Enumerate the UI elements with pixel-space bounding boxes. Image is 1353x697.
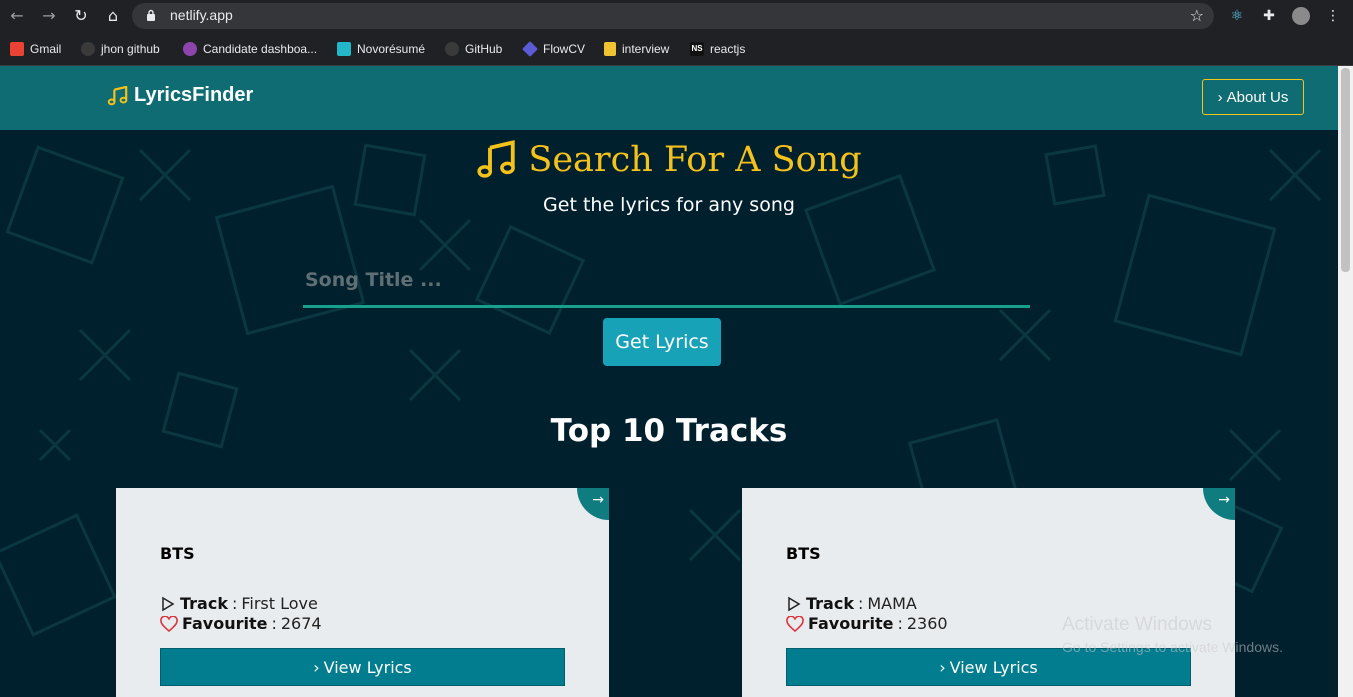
profile-avatar[interactable]: [1290, 5, 1312, 27]
bookmark-label: reactjs: [710, 42, 746, 56]
view-lyrics-label: View Lyrics: [323, 657, 412, 677]
windows-activation-watermark: Activate Windows Go to Settings to activ…: [1062, 614, 1283, 655]
track-name: First Love: [241, 594, 318, 613]
track-label: Track: [180, 594, 228, 613]
watermark-line1: Activate Windows: [1062, 614, 1212, 635]
view-lyrics-label: View Lyrics: [949, 657, 1038, 677]
play-icon: [162, 596, 175, 611]
favourite-row: Favourite : 2674: [160, 614, 322, 633]
folder-icon: [604, 42, 616, 56]
address-bar[interactable]: netlify.app ☆: [132, 3, 1214, 29]
site-logo[interactable]: LyricsFinder: [107, 84, 253, 107]
lock-icon: [147, 9, 155, 21]
bookmark-jhon-github[interactable]: jhon github: [81, 40, 160, 58]
arrow-right-icon[interactable]: →: [1203, 488, 1235, 520]
about-us-label: About Us: [1226, 88, 1289, 106]
url-text[interactable]: netlify.app: [170, 7, 233, 23]
bookmark-label: interview: [622, 42, 670, 56]
bookmark-interview[interactable]: interview: [604, 40, 669, 58]
bookmark-label: GitHub: [465, 42, 503, 56]
bookmark-label: jhon github: [101, 42, 160, 56]
favourite-row: Favourite : 2360: [786, 614, 948, 633]
forward-icon[interactable]: →: [38, 5, 60, 27]
favourite-count: 2674: [280, 614, 322, 633]
track-label: Track: [806, 594, 854, 613]
artist-name: BTS: [160, 544, 195, 563]
back-icon[interactable]: ←: [6, 5, 28, 27]
bookmark-flowcv[interactable]: FlowCV: [522, 40, 586, 58]
chevron-right-icon: ›: [313, 657, 320, 677]
bookmark-reactjs[interactable]: NS reactjs: [690, 40, 745, 58]
gmail-icon: [10, 42, 24, 56]
separator: :: [857, 594, 864, 613]
track-row: Track : MAMA: [786, 594, 917, 613]
bookmarks-bar: Gmail jhon github Candidate dashboa... N…: [0, 32, 1353, 66]
heart-icon: [160, 615, 178, 632]
bookmark-label: Gmail: [30, 42, 62, 56]
top-tracks-heading: Top 10 Tracks: [550, 413, 788, 449]
get-lyrics-button[interactable]: Get Lyrics: [603, 318, 721, 366]
bookmark-candidate-dashboard[interactable]: Candidate dashboa...: [183, 40, 317, 58]
bookmark-star-icon[interactable]: ☆: [1190, 6, 1204, 25]
track-row: Track : First Love: [160, 594, 318, 613]
music-note-icon: [107, 85, 128, 105]
page-viewport: LyricsFinder › About Us Search For A Son…: [0, 66, 1338, 697]
play-icon: [788, 596, 801, 611]
track-name: MAMA: [867, 594, 917, 613]
artist-name: BTS: [786, 544, 821, 563]
navbar: LyricsFinder › About Us: [0, 66, 1338, 130]
ns-icon: NS: [690, 42, 704, 56]
bookmark-github[interactable]: GitHub: [445, 40, 502, 58]
bookmark-gmail[interactable]: Gmail: [10, 40, 61, 58]
song-title-input[interactable]: [303, 258, 1034, 302]
menu-icon[interactable]: ⋮: [1322, 5, 1344, 27]
music-note-icon: [477, 140, 516, 178]
browser-toolbar: ← → ↻ ⌂ netlify.app ☆ ⚛ ✚ ⋮: [0, 0, 1353, 32]
about-us-button[interactable]: › About Us: [1202, 79, 1304, 115]
bookmark-label: Candidate dashboa...: [203, 42, 318, 56]
hero-subtitle: Get the lyrics for any song: [543, 194, 795, 216]
logo-text: LyricsFinder: [134, 84, 254, 106]
flowcv-icon: [522, 41, 538, 57]
favourite-label: Favourite: [182, 614, 268, 633]
chevron-right-icon: ›: [1217, 88, 1223, 106]
arrow-right-icon[interactable]: →: [577, 488, 609, 520]
separator: :: [897, 614, 903, 633]
favourite-label: Favourite: [808, 614, 894, 633]
separator: :: [231, 594, 238, 613]
reload-icon[interactable]: ↻: [70, 5, 92, 27]
github-icon: [81, 42, 95, 56]
bookmark-novoresume[interactable]: Novorésumé: [337, 40, 425, 58]
track-card: → BTS Track : MAMA Favourite : 2360 › Vi…: [742, 488, 1235, 697]
hero-title-text: Search For A Song: [528, 140, 862, 180]
bookmark-label: FlowCV: [543, 42, 586, 56]
heart-icon: [786, 615, 804, 632]
separator: :: [271, 614, 277, 633]
track-card: → BTS Track : First Love Favourite : 267…: [116, 488, 609, 697]
github-icon: [445, 42, 459, 56]
song-search-field[interactable]: [303, 258, 1034, 308]
scrollbar-thumb[interactable]: [1341, 68, 1350, 272]
home-icon[interactable]: ⌂: [102, 5, 124, 27]
hero-heading: Search For A Song: [0, 140, 1338, 180]
watermark-line2: Go to Settings to activate Windows.: [1062, 639, 1283, 655]
react-devtools-icon[interactable]: ⚛: [1226, 5, 1248, 27]
view-lyrics-button[interactable]: › View Lyrics: [160, 648, 565, 686]
novoresume-icon: [337, 42, 351, 56]
chevron-right-icon: ›: [939, 657, 946, 677]
extensions-icon[interactable]: ✚: [1258, 5, 1280, 27]
favourite-count: 2360: [906, 614, 948, 633]
bookmark-label: Novorésumé: [357, 42, 426, 56]
page-scrollbar[interactable]: [1338, 66, 1353, 697]
candidate-icon: [183, 42, 197, 56]
